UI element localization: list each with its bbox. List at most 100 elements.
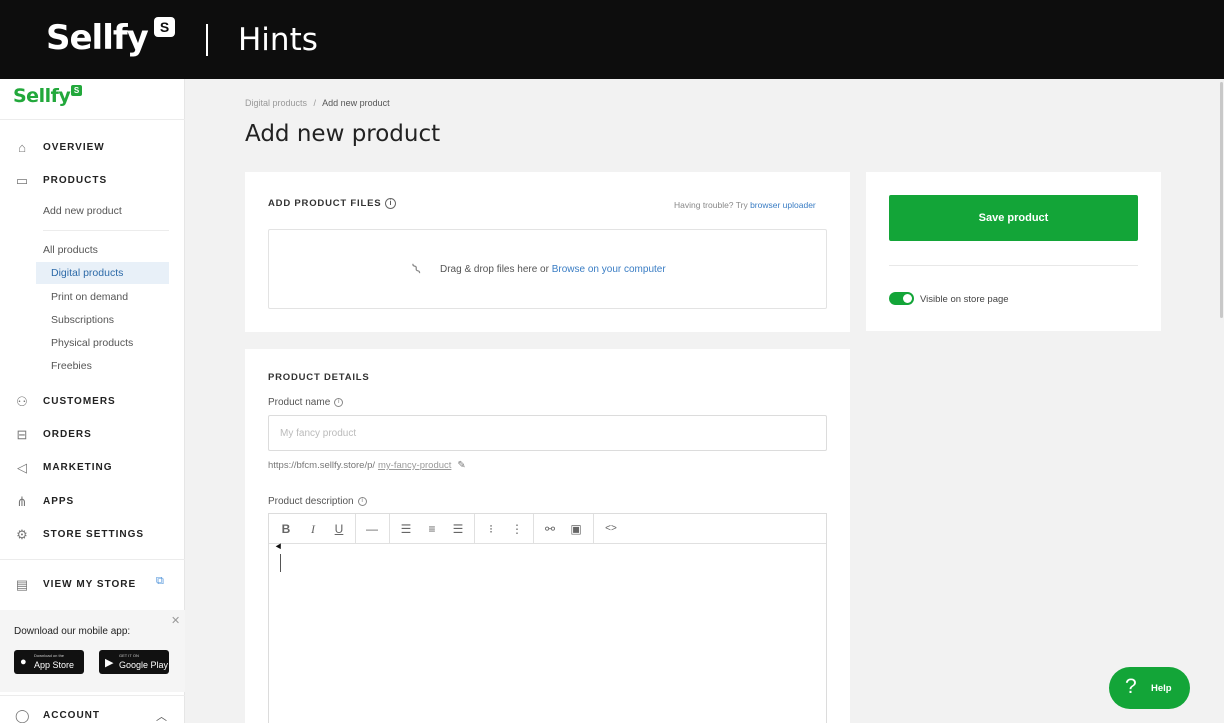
google-play-small-text: GET IT ON xyxy=(119,653,139,658)
store-icon: ▤ xyxy=(15,577,29,592)
mobile-app-promo: ✕ Download our mobile app: ● Download on… xyxy=(0,610,185,692)
url-prefix: https://bfcm.sellfy.store/p/ xyxy=(268,460,376,471)
url-slug[interactable]: my-fancy-product xyxy=(378,460,451,471)
sidebar-item-all-products[interactable]: All products xyxy=(43,244,98,256)
sidebar-item-customers[interactable]: ⚇ CUSTOMERS xyxy=(0,392,185,414)
link-icon[interactable]: ⚯ xyxy=(543,522,557,536)
chevron-up-icon: ︿ xyxy=(156,711,167,723)
sidebar-item-store-settings[interactable]: ⚙ STORE SETTINGS xyxy=(0,525,185,547)
save-product-button[interactable]: Save product xyxy=(889,195,1138,241)
sidebar-item-label: ORDERS xyxy=(43,429,92,440)
folder-icon: ▭ xyxy=(15,173,29,188)
sidebar-item-label: CUSTOMERS xyxy=(43,396,116,407)
apple-icon: ● xyxy=(20,656,27,668)
user-icon: ◯ xyxy=(15,708,30,723)
hints-banner: Sellfy S Hints xyxy=(0,0,1224,79)
sidebar-subdivider xyxy=(43,230,169,231)
sidebar-item-print-on-demand[interactable]: Print on demand xyxy=(51,291,128,303)
toolbar-separator xyxy=(355,514,356,544)
sidebar-item-overview[interactable]: ⌂ OVERVIEW xyxy=(0,138,185,160)
banner-divider xyxy=(206,24,208,56)
sidebar-divider xyxy=(0,119,185,120)
bullet-list-icon[interactable]: ⁝ xyxy=(484,522,498,536)
sidebar-item-digital-products[interactable]: Digital products xyxy=(36,262,169,284)
breadcrumb-separator: / xyxy=(313,98,317,108)
info-icon[interactable]: i xyxy=(334,397,344,407)
image-icon[interactable]: ▣ xyxy=(569,522,583,536)
mobile-app-title: Download our mobile app: xyxy=(14,626,131,637)
question-icon: ? xyxy=(1125,675,1137,698)
google-play-text: Google Play xyxy=(119,660,169,670)
sidebar-item-account[interactable]: ◯ ACCOUNT ︿ xyxy=(0,706,185,723)
sidebar-logo[interactable]: Sellfy xyxy=(13,85,71,107)
product-name-label-text: Product name xyxy=(268,397,331,408)
sidebar-divider xyxy=(0,559,185,560)
visibility-toggle[interactable] xyxy=(889,292,914,305)
pencil-icon[interactable]: ✎ xyxy=(457,460,465,471)
browse-computer-link[interactable]: Browse on your computer xyxy=(552,264,666,275)
info-icon[interactable]: i xyxy=(357,496,367,506)
product-name-label: Product name i xyxy=(268,397,344,408)
product-files-title: ADD PRODUCT FILES i xyxy=(268,198,397,210)
help-label: Help xyxy=(1151,683,1172,694)
play-icon: ▶ xyxy=(105,657,114,669)
numbered-list-icon[interactable]: ⋮ xyxy=(510,522,524,536)
breadcrumb-parent[interactable]: Digital products xyxy=(245,98,307,108)
paperclip-icon: ⌇ xyxy=(409,260,425,279)
product-details-title: PRODUCT DETAILS xyxy=(268,372,370,383)
product-description-label: Product description i xyxy=(268,496,367,507)
sidebar-item-label: MARKETING xyxy=(43,462,113,473)
bold-icon[interactable]: B xyxy=(279,522,293,536)
horizontal-rule-icon[interactable]: — xyxy=(365,522,379,536)
sidebar-item-freebies[interactable]: Freebies xyxy=(51,360,92,372)
app-store-text: App Store xyxy=(34,660,75,670)
toggle-knob xyxy=(903,294,912,303)
sidebar-item-label: STORE SETTINGS xyxy=(43,529,145,540)
trouble-text: Having trouble? Try xyxy=(674,200,748,210)
description-editor[interactable]: B I U — ☰ ≡ ☰ ⁝ ⋮ ⚯ ▣ <> xyxy=(268,513,827,723)
google-play-button[interactable]: ▶ GET IT ON Google Play xyxy=(99,650,169,674)
sidebar-item-add-new-product[interactable]: Add new product xyxy=(43,205,122,217)
publish-card-divider xyxy=(889,265,1138,266)
banner-title: Hints xyxy=(238,22,318,58)
sidebar-item-label: OVERVIEW xyxy=(43,142,105,153)
page-title: Add new product xyxy=(245,121,441,147)
app-store-button[interactable]: ● Download on the App Store xyxy=(14,650,84,674)
code-icon[interactable]: <> xyxy=(604,522,618,536)
sidebar: Sellfy S ⌂ OVERVIEW ▭ PRODUCTS Add new p… xyxy=(0,79,185,723)
product-name-input[interactable] xyxy=(268,415,827,451)
sidebar-item-marketing[interactable]: ◁ MARKETING xyxy=(0,458,185,480)
sidebar-divider xyxy=(0,695,185,696)
breadcrumb-current: Add new product xyxy=(322,98,390,108)
toolbar-separator xyxy=(474,514,475,544)
underline-icon[interactable]: U xyxy=(332,522,346,536)
help-button[interactable]: ? Help xyxy=(1109,667,1190,709)
file-dropzone[interactable]: ⌇ Drag & drop files here or Browse on yo… xyxy=(268,229,827,309)
close-icon[interactable]: ✕ xyxy=(171,614,180,627)
text-caret xyxy=(280,554,281,572)
drop-text: Drag & drop files here or xyxy=(440,264,549,275)
sidebar-item-physical-products[interactable]: Physical products xyxy=(51,337,133,349)
align-center-icon[interactable]: ≡ xyxy=(425,522,439,536)
product-files-title-text: ADD PRODUCT FILES xyxy=(268,198,382,210)
basket-icon: ⊟ xyxy=(16,427,28,442)
home-icon: ⌂ xyxy=(18,140,26,155)
scrollbar-thumb[interactable] xyxy=(1220,82,1223,318)
toolbar-separator xyxy=(593,514,594,544)
sidebar-item-subscriptions[interactable]: Subscriptions xyxy=(51,314,114,326)
product-description-label-text: Product description xyxy=(268,496,354,507)
sidebar-item-view-my-store[interactable]: ▤ VIEW MY STORE ⧉ xyxy=(0,575,185,597)
sidebar-item-apps[interactable]: ⋔ APPS xyxy=(0,492,185,514)
sidebar-item-products[interactable]: ▭ PRODUCTS xyxy=(0,171,185,193)
browser-uploader-link[interactable]: browser uploader xyxy=(750,200,816,210)
sidebar-item-label: ACCOUNT xyxy=(43,710,100,721)
italic-icon[interactable]: I xyxy=(306,522,320,536)
toolbar-separator xyxy=(389,514,390,544)
toolbar-separator xyxy=(533,514,534,544)
product-url: https://bfcm.sellfy.store/p/my-fancy-pro… xyxy=(268,460,466,471)
sidebar-item-orders[interactable]: ⊟ ORDERS xyxy=(0,425,185,447)
info-icon[interactable]: i xyxy=(385,198,397,209)
gear-icon: ⚙ xyxy=(16,527,28,542)
align-left-icon[interactable]: ☰ xyxy=(399,522,413,536)
align-right-icon[interactable]: ☰ xyxy=(451,522,465,536)
